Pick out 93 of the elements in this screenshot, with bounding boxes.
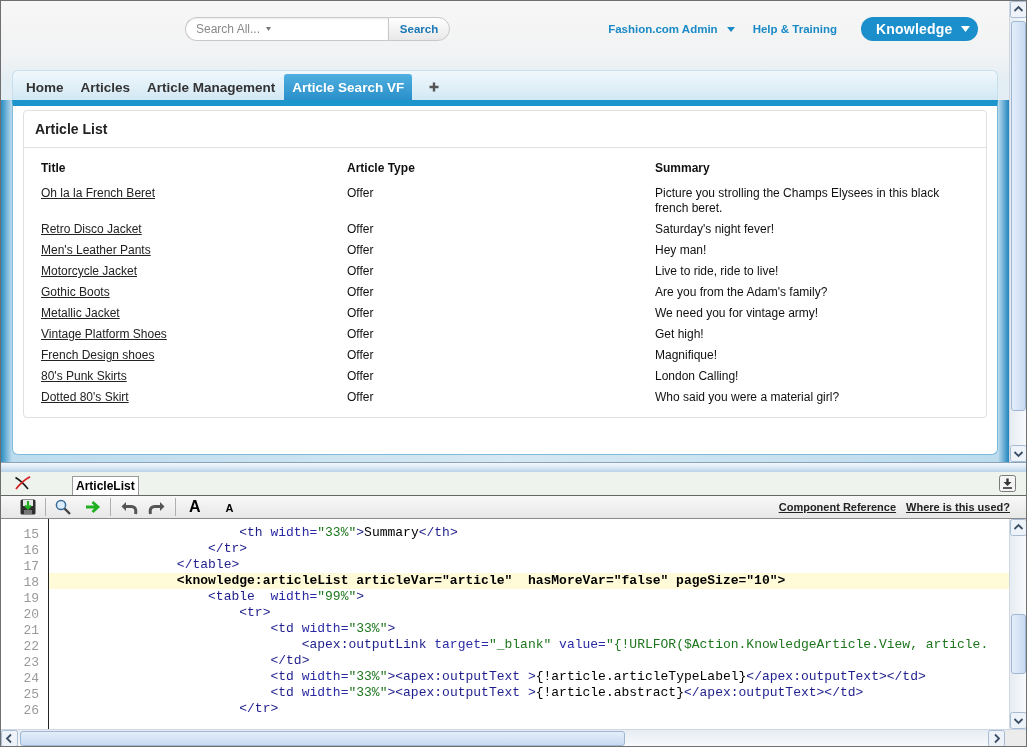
line-number: 15 (23, 527, 39, 542)
article-title-link[interactable]: Dotted 80's Skirt (41, 390, 129, 404)
column-header: Title (41, 161, 66, 175)
line-number: 26 (23, 703, 39, 718)
line-number: 20 (23, 607, 39, 622)
increase-font-button[interactable]: A (185, 499, 205, 515)
scroll-up-arrow-icon[interactable] (1009, 1, 1026, 18)
line-number: 19 (23, 591, 39, 606)
article-title-link[interactable]: Oh la la French Beret (41, 186, 156, 200)
caret-icon[interactable] (266, 27, 271, 31)
scroll-down-arrow-icon[interactable] (1009, 445, 1026, 462)
summary-text: Saturday's night fever! (655, 222, 775, 236)
nav-tab[interactable]: Article Management (139, 74, 284, 100)
code-line: <td width="33%"><apex:outputText >{!article.abstract}</apex:outputText></td> (270, 685, 864, 701)
download-icon[interactable] (999, 474, 1016, 492)
plus-icon[interactable] (429, 82, 440, 92)
summary-text: Hey man! (655, 243, 707, 257)
scroll-right-arrow-icon[interactable] (988, 729, 1005, 746)
column-header: Summary (655, 161, 710, 175)
code-line: <knowledge:articleList articleVar="article" hasMoreVar="false" pageSize="10"> (176, 573, 786, 589)
file-tab[interactable]: ArticleList (72, 476, 139, 495)
line-number: 16 (23, 543, 39, 558)
code-line: </tr> (239, 701, 279, 717)
article-title-link[interactable]: Metallic Jacket (41, 306, 120, 320)
toolbar-link[interactable]: Where is this used? (906, 501, 1010, 513)
article-type-text: Offer (347, 327, 374, 341)
search-button[interactable]: Search (388, 17, 450, 41)
search-field[interactable]: Search All... (185, 17, 388, 41)
arrow-right-icon[interactable] (85, 500, 101, 514)
code-line: <th width="33%">Summary</th> (239, 525, 458, 541)
line-number: 25 (23, 687, 39, 702)
article-type-text: Offer (347, 306, 374, 320)
article-title-link[interactable]: Men's Leather Pants (41, 243, 151, 257)
line-number: 24 (23, 671, 39, 686)
scroll-down-arrow-icon[interactable] (1009, 712, 1026, 729)
scrollbar-thumb[interactable] (1010, 21, 1026, 411)
search-icon[interactable] (55, 499, 71, 515)
code-line: </table> (176, 557, 240, 573)
code-line: <td width="33%"> (270, 621, 396, 637)
summary-text: Are you from the Adam's family? (655, 285, 828, 299)
article-title-link[interactable]: Vintage Platform Shoes (41, 327, 167, 341)
x-logo-icon (14, 476, 31, 490)
line-number: 22 (23, 639, 39, 654)
horizontal-scrollbar[interactable] (1, 729, 1005, 746)
app-menu-button[interactable]: Knowledge (861, 17, 978, 41)
scroll-left-arrow-icon[interactable] (1, 729, 18, 746)
nav-tab[interactable]: Articles (72, 74, 139, 100)
summary-text: Live to ride, ride to live! (655, 264, 779, 278)
article-type-text: Offer (347, 348, 374, 362)
article-type-text: Offer (347, 222, 374, 236)
article-type-text: Offer (347, 390, 374, 404)
scroll-up-arrow-icon[interactable] (1009, 519, 1026, 536)
save-icon[interactable] (20, 499, 36, 515)
scrollbar-corner (1005, 729, 1026, 746)
article-title-link[interactable]: Gothic Boots (41, 285, 110, 299)
line-number: 23 (23, 655, 39, 670)
nav-tab[interactable]: Home (18, 74, 72, 100)
line-number: 18 (23, 575, 39, 590)
card-title: Article List (24, 111, 986, 148)
code-line: </tr> (208, 541, 248, 557)
summary-text: London Calling! (655, 369, 739, 383)
article-title-link[interactable]: Motorcycle Jacket (41, 264, 138, 278)
decrease-font-button[interactable]: A (221, 503, 238, 514)
scrollbar-thumb[interactable] (1010, 614, 1026, 674)
vertical-scrollbar[interactable] (1009, 519, 1026, 729)
toolbar-link[interactable]: Component Reference (778, 501, 897, 513)
article-title-link[interactable]: French Design shoes (41, 348, 155, 362)
caret-icon (961, 26, 970, 32)
line-number: 17 (23, 559, 39, 574)
code-line: <table width="99%"> (208, 589, 365, 605)
code-line: <tr> (239, 605, 271, 621)
article-type-text: Offer (347, 369, 374, 383)
summary-text: Who said you were a material girl? (655, 390, 840, 404)
column-header: Article Type (347, 161, 415, 175)
article-title-link[interactable]: Retro Disco Jacket (41, 222, 142, 236)
summary-text: Magnifique! (655, 348, 718, 362)
code-line: <td width="33%"><apex:outputText >{!article.articleTypeLabel}</apex:outputText></td> (270, 669, 926, 685)
summary-text: We need you for vintage army! (655, 306, 819, 320)
caret-icon (726, 26, 735, 32)
summary-text: Picture you strolling the Champs Elysees in this black french beret. (655, 186, 940, 215)
vertical-scrollbar[interactable] (1009, 1, 1026, 462)
code-line: <apex:outputLink target="_blank" value="{!URLFOR($Action.KnowledgeArticle.View, article. (301, 637, 989, 653)
article-title-link[interactable]: 80's Punk Skirts (41, 369, 127, 383)
article-type-text: Offer (347, 285, 374, 299)
code-line: </td> (270, 653, 310, 669)
article-type-text: Offer (347, 243, 374, 257)
line-number: 21 (23, 623, 39, 638)
article-type-text: Offer (347, 264, 374, 278)
article-type-text: Offer (347, 186, 374, 200)
user-menu[interactable]: Fashion.com Admin (608, 23, 735, 35)
summary-text: Get high! (655, 327, 704, 341)
scrollbar-thumb[interactable] (20, 730, 625, 746)
redo-icon[interactable] (148, 499, 166, 515)
